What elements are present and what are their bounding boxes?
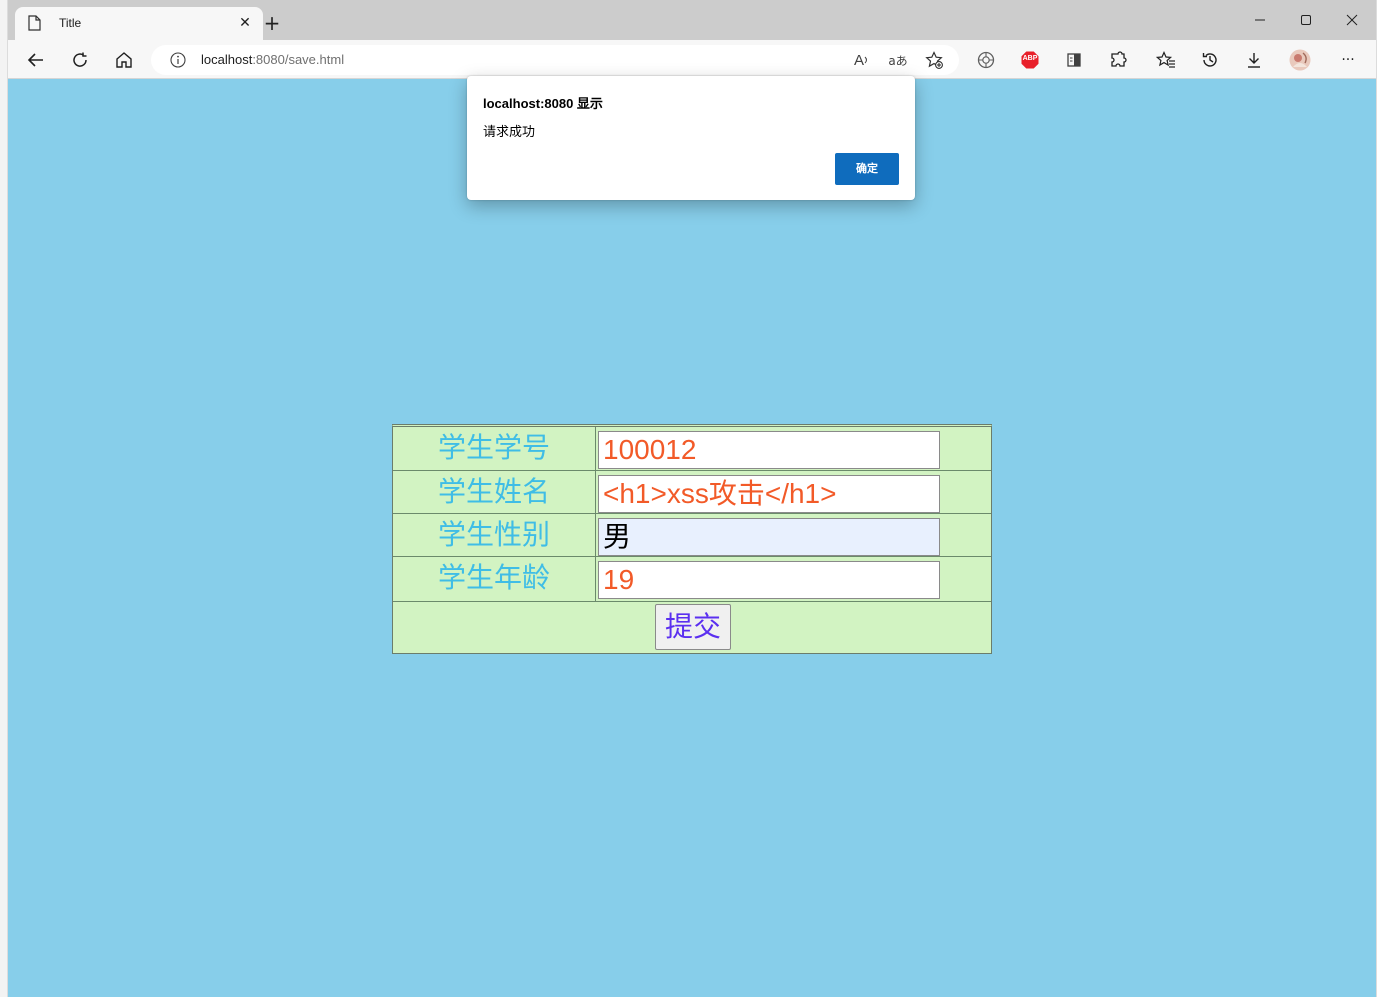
extensions-icon[interactable] <box>1106 48 1130 72</box>
tab-title: Title <box>59 16 82 30</box>
browser-toolbar: localhost:8080/save.html A aあ ABP ··· <box>8 40 1376 79</box>
url-text: localhost:8080/save.html <box>201 52 344 67</box>
label-student-age: 学生年龄 <box>393 557 596 601</box>
tab-title-page[interactable]: Title ✕ <box>15 7 263 40</box>
url-host: localhost <box>201 52 253 67</box>
translate-glyph: aあ <box>888 53 908 68</box>
window-right-edge <box>1376 0 1383 1005</box>
table-row-student-id: 学生学号 100012 <box>393 427 991 471</box>
student-id-input[interactable]: 100012 <box>598 431 940 469</box>
student-gender-input[interactable]: 男 <box>598 518 940 556</box>
student-age-input[interactable]: 19 <box>598 561 940 599</box>
label-student-gender: 学生性别 <box>393 514 596 556</box>
favorites-icon[interactable] <box>1154 48 1178 72</box>
translate-icon[interactable]: aあ <box>887 49 909 71</box>
download-icon[interactable] <box>1242 48 1266 72</box>
label-student-name: 学生姓名 <box>393 471 596 513</box>
add-favorite-icon[interactable] <box>923 49 945 71</box>
back-icon[interactable] <box>24 48 48 72</box>
history-icon[interactable] <box>1198 48 1222 72</box>
more-glyph: ··· <box>1341 52 1355 68</box>
alert-dialog: localhost:8080 显示 请求成功 确定 <box>467 76 915 200</box>
extension-icon[interactable] <box>974 48 998 72</box>
reading-list-icon[interactable] <box>1062 48 1086 72</box>
tab-strip: Title ✕ + <box>8 0 1376 40</box>
more-icon[interactable]: ··· <box>1336 48 1360 72</box>
home-icon[interactable] <box>112 48 136 72</box>
table-row-student-age: 学生年龄 19 <box>393 557 991 602</box>
refresh-icon[interactable] <box>68 48 92 72</box>
adblock-label: ABP <box>1022 55 1038 62</box>
table-row-student-name: 学生姓名 <h1>xss攻击</h1> <box>393 471 991 514</box>
profile-avatar[interactable] <box>1288 48 1312 72</box>
info-icon[interactable] <box>170 52 186 68</box>
read-aloud-icon[interactable]: A <box>851 49 873 71</box>
page-viewport: 学生学号 100012 学生姓名 <h1>xss攻击</h1> 学生性别 男 学… <box>8 79 1376 997</box>
dialog-ok-button[interactable]: 确定 <box>835 153 899 185</box>
dialog-message: 请求成功 <box>483 124 536 139</box>
window-left-edge <box>0 0 8 1005</box>
table-row-submit: 提交 <box>393 602 991 652</box>
adblock-icon[interactable]: ABP <box>1018 48 1042 72</box>
table-row-student-gender: 学生性别 男 <box>393 514 991 557</box>
address-bar[interactable]: localhost:8080/save.html A aあ <box>151 45 959 75</box>
browser-window: Title ✕ + localhost:8080/save.html A aあ … <box>0 0 1383 1005</box>
submit-button[interactable]: 提交 <box>655 604 731 650</box>
new-tab-icon[interactable]: + <box>262 13 282 33</box>
url-path: :8080/save.html <box>252 52 345 67</box>
read-aloud-glyph: A <box>853 51 864 69</box>
tab-close-icon[interactable]: ✕ <box>237 15 253 31</box>
student-form-table: 学生学号 100012 学生姓名 <h1>xss攻击</h1> 学生性别 男 学… <box>392 424 992 654</box>
dialog-title: localhost:8080 显示 <box>483 96 603 111</box>
window-bottom-edge <box>0 997 1383 1005</box>
maximize-icon[interactable] <box>1294 10 1318 30</box>
document-icon <box>28 15 41 31</box>
window-close-icon[interactable] <box>1340 10 1364 30</box>
student-name-input[interactable]: <h1>xss攻击</h1> <box>598 475 940 513</box>
label-student-id: 学生学号 <box>393 427 596 470</box>
minimize-icon[interactable] <box>1248 10 1272 30</box>
